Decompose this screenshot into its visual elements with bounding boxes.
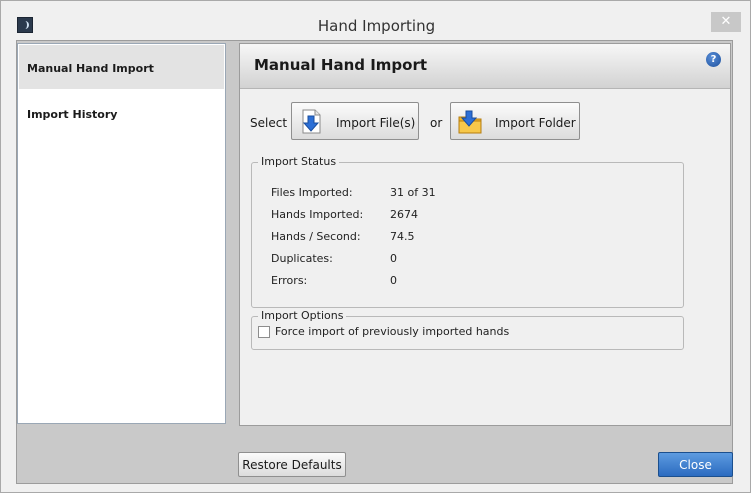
sidebar-item-import-history[interactable]: Import History	[19, 91, 224, 135]
sidebar-item-manual-hand-import[interactable]: Manual Hand Import	[19, 45, 224, 89]
duplicates-value: 0	[390, 252, 397, 265]
duplicates-label: Duplicates:	[271, 252, 333, 265]
content-header: Manual Hand Import ?	[240, 44, 730, 89]
title-bar: Hand Importing ✕	[1, 1, 750, 39]
files-imported-value: 31 of 31	[390, 186, 436, 199]
restore-defaults-label: Restore Defaults	[242, 458, 342, 472]
import-files-button[interactable]: Import File(s)	[291, 102, 419, 140]
close-button[interactable]: Close	[658, 452, 733, 477]
import-files-label: Import File(s)	[336, 116, 416, 130]
window-close-button[interactable]: ✕	[711, 12, 741, 32]
files-imported-label: Files Imported:	[271, 186, 353, 199]
hands-imported-label: Hands Imported:	[271, 208, 364, 221]
restore-defaults-button[interactable]: Restore Defaults	[238, 452, 346, 477]
window-title: Hand Importing	[317, 17, 436, 35]
help-icon[interactable]: ?	[706, 52, 721, 67]
close-button-label: Close	[679, 458, 712, 472]
sidebar: Manual Hand Import Import History	[17, 43, 226, 424]
or-label: or	[430, 116, 443, 130]
page-title: Manual Hand Import	[254, 56, 428, 74]
import-folder-icon	[458, 110, 482, 134]
import-status-title: Import Status	[258, 155, 340, 168]
force-import-checkbox[interactable]	[258, 326, 270, 338]
hands-per-second-label: Hands / Second:	[271, 230, 361, 243]
errors-label: Errors:	[271, 274, 308, 287]
select-label: Select	[250, 116, 288, 130]
errors-value: 0	[390, 274, 397, 287]
sidebar-item-label: Manual Hand Import	[27, 62, 154, 75]
import-options-title: Import Options	[258, 309, 347, 322]
force-import-label[interactable]: Force import of previously imported hand…	[275, 325, 509, 338]
hands-imported-value: 2674	[390, 208, 418, 221]
import-file-icon	[302, 109, 321, 134]
sidebar-item-label: Import History	[27, 108, 118, 121]
import-folder-label: Import Folder	[495, 116, 576, 130]
hands-per-second-value: 74.5	[390, 230, 415, 243]
import-folder-button[interactable]: Import Folder	[450, 102, 580, 140]
